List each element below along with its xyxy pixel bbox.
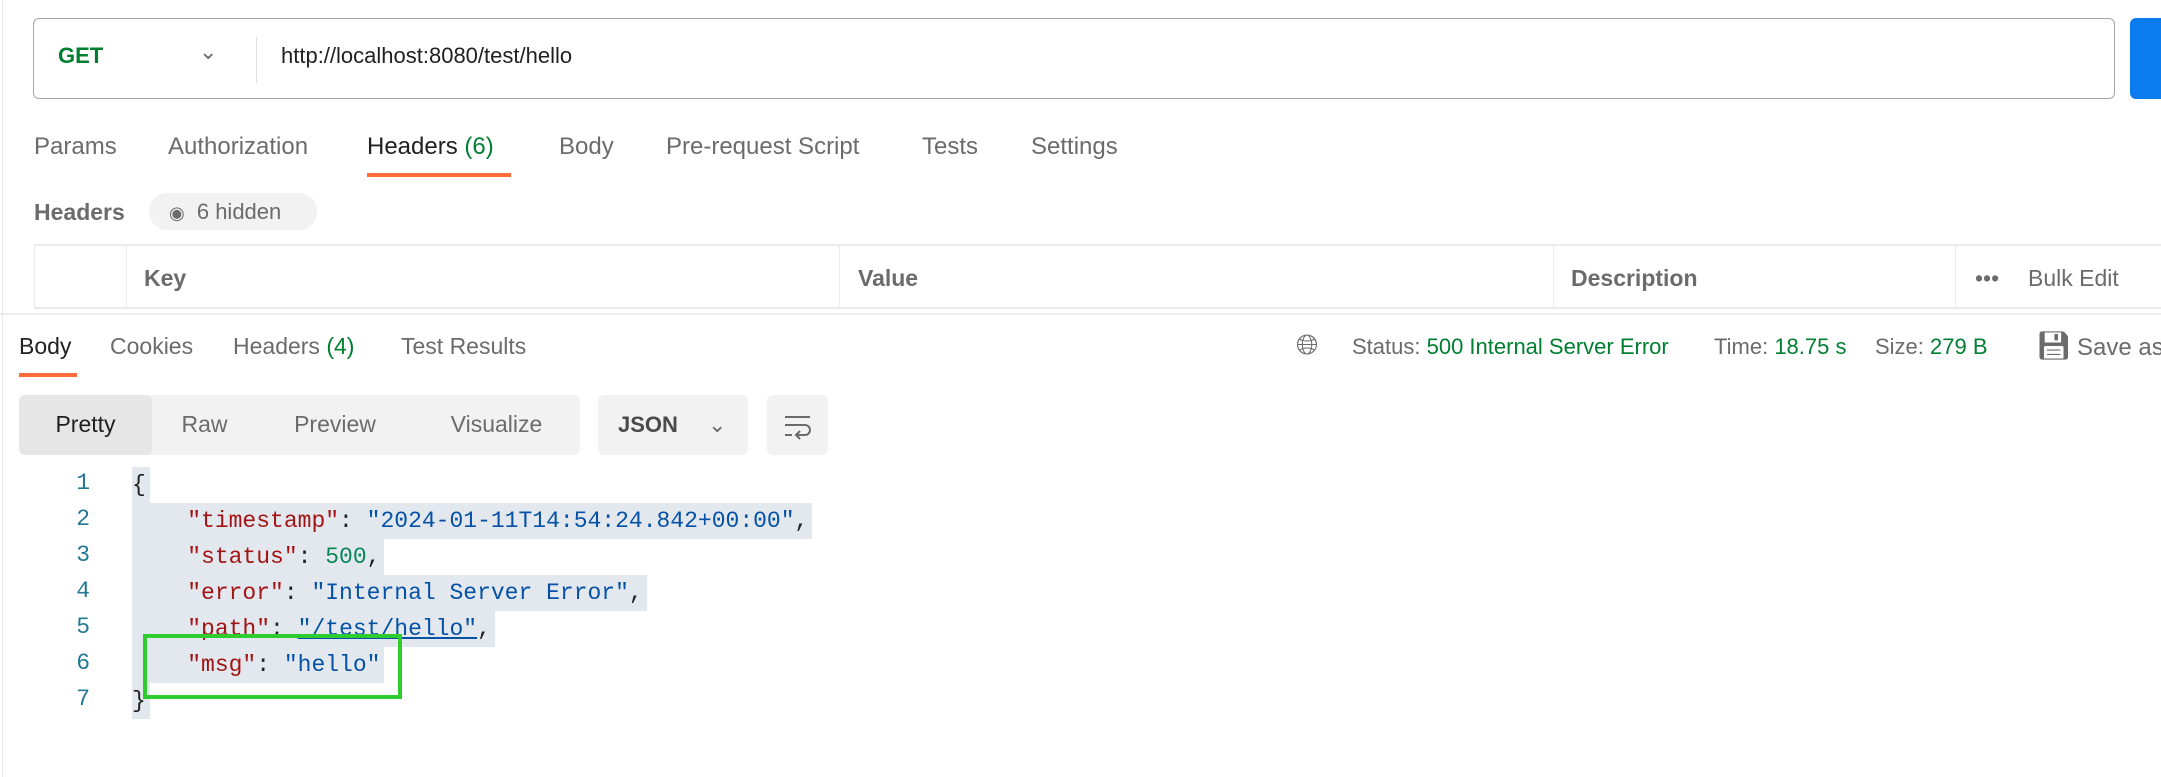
hidden-count: 6 hidden xyxy=(196,199,282,224)
status-value: 500 Internal Server Error xyxy=(1426,334,1669,359)
tab-pre-request-script[interactable]: Pre-request Script xyxy=(666,133,859,161)
json-key: "status" xyxy=(187,544,298,570)
status-readout: Status: 500 Internal Server Error xyxy=(1352,334,1669,360)
code-line: { xyxy=(132,467,150,503)
view-visualize[interactable]: Visualize xyxy=(413,395,580,455)
size-label: Size: xyxy=(1875,334,1924,359)
tab-headers[interactable]: Headers (6) xyxy=(367,133,494,161)
column-key: Key xyxy=(144,265,187,291)
column-description: Description xyxy=(1571,265,1698,291)
line-number: 2 xyxy=(76,506,90,532)
more-icon[interactable]: ••• xyxy=(1975,265,1999,292)
chevron-down-icon[interactable]: ⌄ xyxy=(199,39,217,65)
tab-settings[interactable]: Settings xyxy=(1031,133,1118,161)
globe-icon[interactable]: 🌐︎ xyxy=(1296,329,1318,362)
response-tab-underline xyxy=(19,373,77,377)
line-number: 7 xyxy=(76,686,90,712)
response-headers-count: (4) xyxy=(326,333,355,359)
headers-table: Key Value Description ••• Bulk Edit xyxy=(34,244,2161,309)
code-line: "timestamp": "2024-01-11T14:54:24.842+00… xyxy=(132,503,813,539)
line-number: 5 xyxy=(76,614,90,640)
left-border xyxy=(2,0,3,777)
col-divider xyxy=(126,246,127,309)
size-value: 279 B xyxy=(1930,334,1988,359)
pane-separator[interactable] xyxy=(0,313,2161,315)
eye-icon: ◉ xyxy=(169,203,185,223)
method-select[interactable]: GET xyxy=(58,43,103,69)
json-value: "2024-01-11T14:54:24.842+00:00" xyxy=(366,508,795,534)
open-brace: { xyxy=(132,472,146,498)
tab-tests[interactable]: Tests xyxy=(922,133,978,161)
bulk-edit-button[interactable]: Bulk Edit xyxy=(2028,265,2119,292)
url-bar: GET ⌄ http://localhost:8080/test/hello xyxy=(33,18,2115,99)
response-tab-headers-label: Headers xyxy=(233,333,320,359)
view-raw[interactable]: Raw xyxy=(152,395,257,455)
chevron-down-icon: ⌄ xyxy=(708,412,727,437)
format-select[interactable]: JSON ⌄ xyxy=(598,395,748,455)
code-line: "status": 500, xyxy=(132,539,385,575)
headers-count: (6) xyxy=(464,133,494,160)
response-tab-headers[interactable]: Headers (4) xyxy=(233,333,354,360)
status-label: Status: xyxy=(1352,334,1421,359)
headers-title: Headers xyxy=(34,199,125,225)
highlight-box xyxy=(143,634,402,699)
col-divider xyxy=(839,246,840,309)
hidden-headers-toggle[interactable]: ◉ 6 hidden xyxy=(149,193,317,230)
col-divider xyxy=(1955,246,1956,309)
send-button[interactable] xyxy=(2130,18,2161,99)
divider xyxy=(256,37,257,83)
size-readout: Size: 279 B xyxy=(1875,334,1988,360)
code-line: "error": "Internal Server Error", xyxy=(132,575,647,611)
view-mode-group: Pretty Raw Preview Visualize xyxy=(19,395,580,455)
json-value: "Internal Server Error" xyxy=(311,580,629,606)
response-tab-test-results[interactable]: Test Results xyxy=(401,333,526,360)
line-number: 3 xyxy=(76,542,90,568)
line-number: 4 xyxy=(76,578,90,604)
wrap-icon xyxy=(785,416,811,440)
url-input[interactable]: http://localhost:8080/test/hello xyxy=(281,43,572,69)
time-label: Time: xyxy=(1714,334,1769,359)
json-value: 500 xyxy=(325,544,367,570)
active-tab-underline xyxy=(367,173,511,177)
tab-authorization[interactable]: Authorization xyxy=(168,133,308,161)
line-number: 1 xyxy=(76,470,90,496)
json-key: "error" xyxy=(187,580,284,606)
response-tab-body[interactable]: Body xyxy=(19,333,71,360)
line-number: 6 xyxy=(76,650,90,676)
tab-headers-label: Headers xyxy=(367,133,458,160)
view-preview[interactable]: Preview xyxy=(257,395,413,455)
view-pretty[interactable]: Pretty xyxy=(19,395,152,455)
format-value: JSON xyxy=(618,412,678,437)
time-readout: Time: 18.75 s xyxy=(1714,334,1846,360)
save-as-button[interactable]: Save as xyxy=(2077,334,2161,362)
time-value: 18.75 s xyxy=(1774,334,1847,359)
save-icon[interactable]: 💾︎ xyxy=(2036,329,2072,362)
tab-body[interactable]: Body xyxy=(559,133,614,161)
response-tab-cookies[interactable]: Cookies xyxy=(110,333,193,360)
column-value: Value xyxy=(858,265,919,291)
json-key: "timestamp" xyxy=(187,508,340,534)
col-divider xyxy=(1553,246,1554,309)
wrap-lines-button[interactable] xyxy=(767,395,828,455)
tab-params[interactable]: Params xyxy=(34,133,117,161)
